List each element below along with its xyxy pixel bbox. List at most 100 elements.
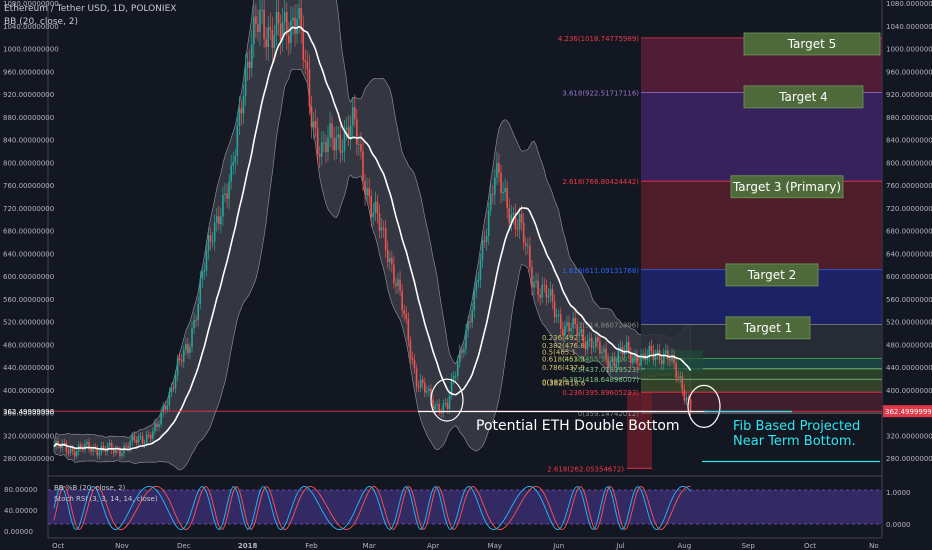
candle-body: [522, 222, 525, 244]
candle-body: [685, 397, 688, 401]
candle-body: [316, 128, 319, 154]
y-tick-left: 880.00000000: [3, 114, 54, 122]
y-tick-right: 760.00000000: [886, 182, 932, 190]
candle-body: [576, 323, 579, 337]
candle-body: [263, 10, 265, 40]
candle-body: [415, 368, 418, 387]
candle-body: [345, 127, 348, 130]
candle-body: [689, 399, 692, 412]
candle-body: [529, 245, 531, 267]
x-tick: Oct: [804, 542, 816, 550]
y-tick-right: 560.00000000: [886, 296, 932, 304]
candle-body: [102, 445, 105, 449]
candle-body: [566, 322, 568, 326]
candle-body: [211, 241, 214, 243]
candle-body: [220, 216, 222, 225]
candle-body: [246, 61, 249, 68]
candle-body: [683, 390, 686, 401]
candle-body: [265, 39, 267, 48]
y-tick-left: 480.00000000: [3, 341, 54, 349]
candle-body: [384, 228, 387, 250]
price-chart[interactable]: 1080.000000001080.000000001040.000000001…: [0, 0, 932, 550]
candle-body: [541, 284, 544, 298]
candle-body: [333, 138, 335, 151]
candle-body: [465, 330, 467, 350]
candle-body: [199, 279, 202, 304]
x-tick: Jun: [552, 542, 564, 550]
candle-body: [362, 151, 364, 182]
candle-body: [69, 448, 72, 454]
candle-body: [463, 349, 465, 353]
x-tick: Dec: [177, 542, 191, 550]
candle-body: [321, 142, 323, 157]
candle-body: [434, 405, 436, 410]
candle-body: [611, 358, 614, 362]
candle-body: [259, 10, 261, 33]
candle-body: [609, 361, 611, 369]
candle-body: [547, 295, 550, 298]
candle-body: [185, 344, 187, 351]
candle-body: [257, 24, 259, 33]
candle-body: [399, 279, 401, 291]
x-tick: Oct: [52, 542, 64, 550]
candle-body: [250, 44, 253, 69]
candle-body: [452, 376, 455, 379]
candle-body: [562, 328, 564, 336]
candle-body: [226, 193, 228, 199]
candle-body: [681, 376, 684, 391]
candle-body: [481, 240, 484, 260]
candle-body: [172, 387, 175, 389]
candle-body: [283, 12, 286, 22]
y-tick-left: 840.00000000: [3, 137, 54, 145]
bb-indicator-label: BB (20, close, 2): [4, 17, 79, 27]
x-tick: May: [488, 542, 502, 550]
candle-body: [191, 328, 193, 348]
candle-body: [498, 163, 500, 173]
candle-body: [607, 359, 609, 369]
candle-body: [372, 213, 375, 218]
candle-body: [642, 353, 644, 355]
x-tick: Mar: [363, 542, 376, 550]
x-tick: 2018: [238, 542, 258, 550]
candle-body: [555, 315, 558, 318]
candle-body: [475, 282, 478, 292]
candle-body: [366, 188, 368, 196]
candle-body: [487, 210, 490, 236]
candle-body: [115, 449, 117, 454]
candle-body: [380, 227, 383, 231]
candle-body: [325, 142, 327, 152]
candle-body: [401, 290, 403, 311]
candle-body: [477, 279, 480, 283]
candle-body: [459, 350, 461, 363]
candle-body: [491, 193, 494, 195]
candle-body: [489, 193, 492, 211]
candle-body: [275, 11, 278, 35]
candle-body: [168, 391, 171, 406]
y-tick-right: 320.00000000: [886, 432, 932, 440]
candle-body: [133, 435, 136, 441]
candle-body: [193, 319, 195, 329]
candle-body: [360, 143, 362, 152]
target-label: Target 5: [787, 37, 837, 51]
candle-body: [84, 443, 86, 450]
y-tick-right: 1000.00000000: [886, 46, 932, 54]
candle-body: [79, 444, 82, 448]
y-tick-right: 880.00000000: [886, 114, 932, 122]
candle-body: [203, 270, 206, 272]
candle-body: [335, 137, 338, 151]
candle-body: [594, 337, 597, 347]
candle-body: [409, 340, 412, 358]
candle-body: [356, 119, 358, 145]
candle-body: [296, 18, 298, 34]
y-tick-right: 1040.00000000: [886, 23, 932, 31]
candle-body: [549, 289, 552, 296]
fib-level-label: 2.618(766.80424442): [562, 178, 639, 186]
candle-body: [446, 402, 449, 409]
fib-retrace-label: 0(382(418.6: [542, 379, 586, 387]
candle-body: [215, 216, 218, 223]
candle-body: [665, 350, 667, 354]
fib-level-label: 4.236(1018.74775989): [558, 35, 639, 43]
y-tick-left: 400.00000000: [3, 387, 54, 395]
candle-body: [67, 451, 70, 454]
candle-body: [182, 350, 185, 362]
